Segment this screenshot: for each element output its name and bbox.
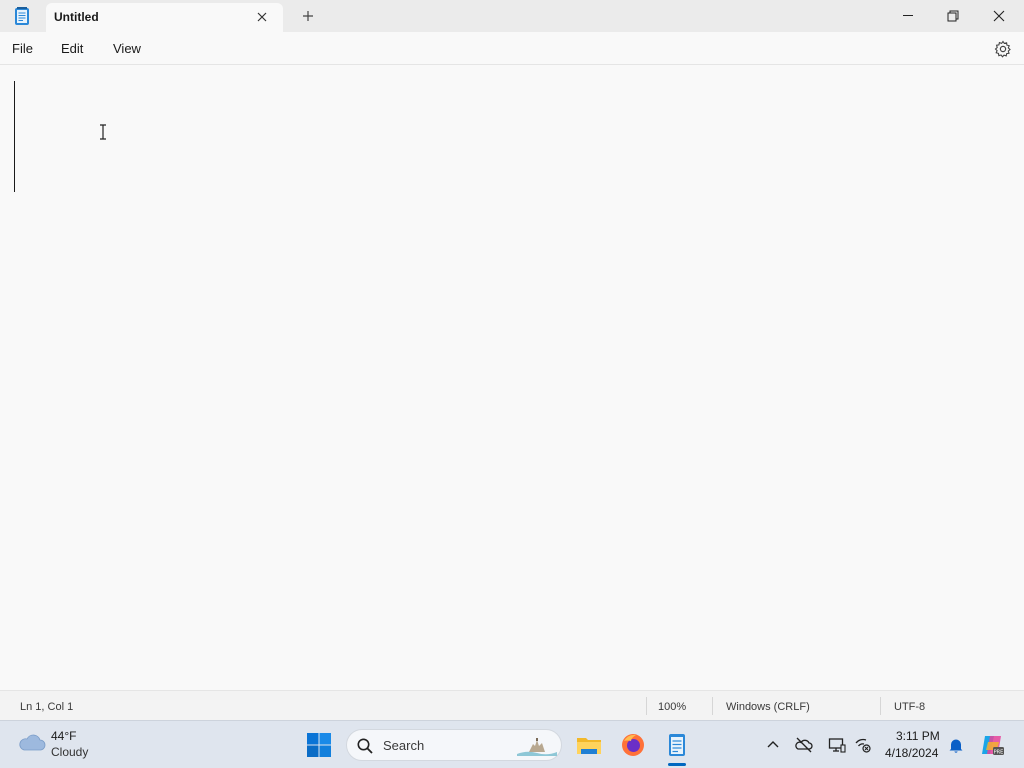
weather-temperature: 44°F xyxy=(51,729,77,743)
status-divider xyxy=(712,697,713,715)
notepad-icon[interactable] xyxy=(663,731,691,759)
close-window-button[interactable] xyxy=(976,0,1022,32)
clock-time: 3:11 PM xyxy=(896,729,940,743)
title-bar: Untitled xyxy=(0,0,1024,32)
minimize-icon xyxy=(903,15,913,16)
notification-bell-icon[interactable] xyxy=(947,736,965,754)
restore-button[interactable] xyxy=(930,0,976,32)
network-icon[interactable] xyxy=(854,736,872,754)
gear-icon[interactable] xyxy=(994,40,1012,58)
firefox-icon[interactable] xyxy=(619,731,647,759)
minimize-button[interactable] xyxy=(885,0,931,32)
svg-text:PRE: PRE xyxy=(994,749,1004,755)
copilot-icon[interactable]: PRE xyxy=(979,732,1005,758)
weather-condition: Cloudy xyxy=(51,745,89,759)
cloud-icon xyxy=(19,734,46,751)
text-editor[interactable] xyxy=(0,66,1024,690)
ibeam-cursor-icon xyxy=(100,124,106,140)
line-ending[interactable]: Windows (CRLF) xyxy=(726,701,810,713)
display-icon[interactable] xyxy=(828,736,846,754)
status-bar: Ln 1, Col 1 100% Windows (CRLF) UTF-8 xyxy=(0,690,1024,720)
active-app-indicator xyxy=(668,763,686,766)
chevron-up-icon[interactable] xyxy=(764,736,782,754)
windows-start-icon[interactable] xyxy=(306,732,332,758)
menu-bar: File Edit View xyxy=(0,32,1024,65)
menu-file[interactable]: File xyxy=(12,41,33,56)
search-icon xyxy=(357,738,373,754)
tab-title: Untitled xyxy=(54,10,99,24)
status-divider xyxy=(646,697,647,715)
tab-untitled[interactable]: Untitled xyxy=(46,3,283,32)
status-divider xyxy=(880,697,881,715)
zoom-level[interactable]: 100% xyxy=(658,701,686,713)
search-highlight-icon xyxy=(517,738,557,756)
text-caret xyxy=(14,81,15,192)
search-placeholder: Search xyxy=(383,738,425,753)
new-tab-icon[interactable] xyxy=(300,8,316,24)
encoding[interactable]: UTF-8 xyxy=(894,701,925,713)
file-explorer-icon[interactable] xyxy=(575,731,603,759)
menu-view[interactable]: View xyxy=(113,41,141,56)
menu-edit[interactable]: Edit xyxy=(61,41,83,56)
taskbar: 44°F Cloudy Search 3:11 PM 4/18/2024 PRE xyxy=(0,720,1024,768)
taskbar-search[interactable]: Search xyxy=(346,729,562,761)
close-tab-icon[interactable] xyxy=(254,9,270,25)
clock-date: 4/18/2024 xyxy=(885,746,939,760)
restore-icon xyxy=(947,10,959,22)
notepad-icon xyxy=(15,7,29,25)
cursor-position: Ln 1, Col 1 xyxy=(20,701,74,713)
onedrive-offline-icon[interactable] xyxy=(795,736,813,754)
close-icon xyxy=(993,10,1005,22)
